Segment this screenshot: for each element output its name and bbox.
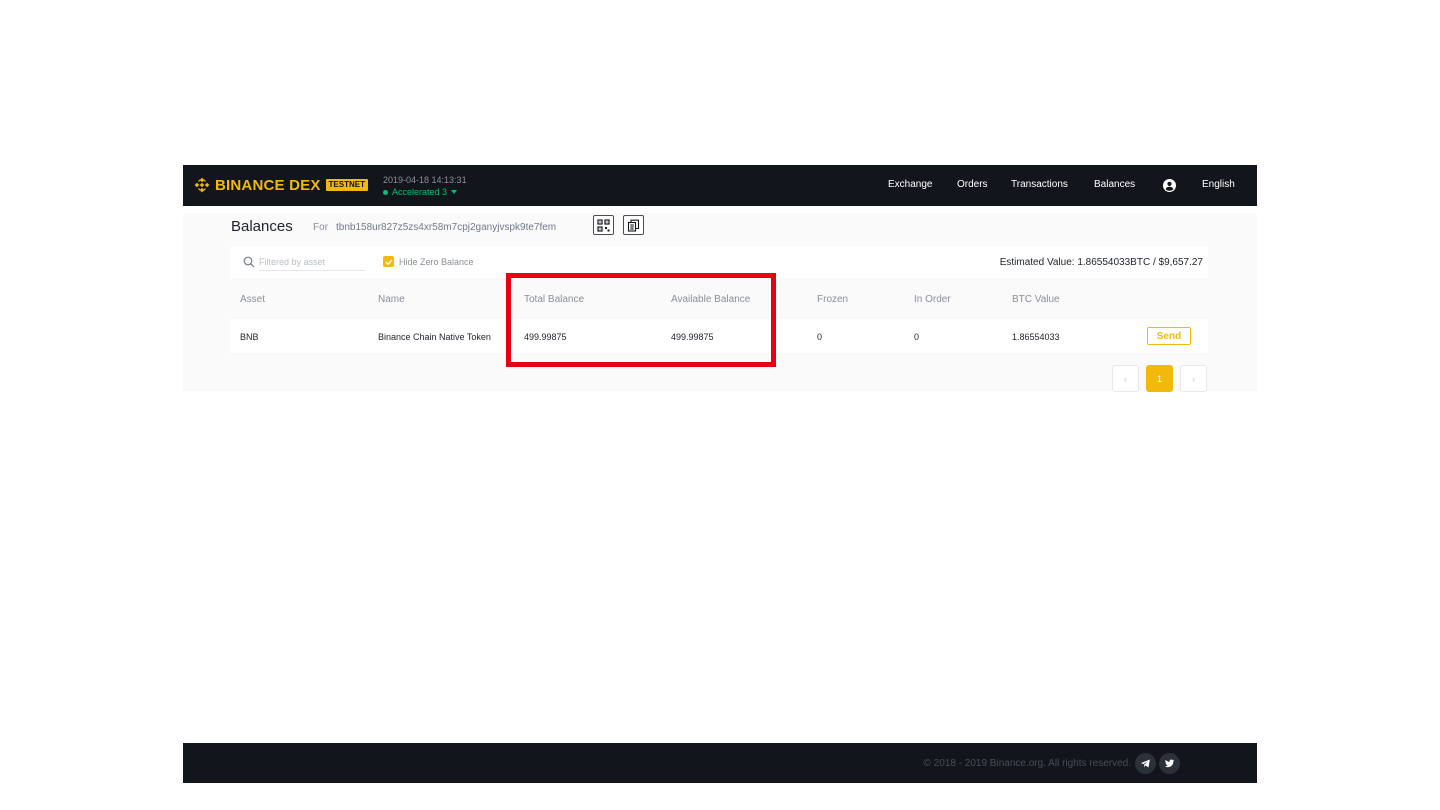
send-button[interactable]: Send bbox=[1147, 327, 1191, 345]
nav-link-exchange[interactable]: Exchange bbox=[888, 179, 932, 190]
pagination-next-button[interactable]: › bbox=[1180, 365, 1207, 392]
cell-asset: BNB bbox=[240, 332, 259, 342]
column-header-asset: Asset bbox=[240, 294, 266, 305]
address-for-label: For bbox=[313, 222, 328, 233]
qr-code-button[interactable] bbox=[593, 215, 614, 235]
hide-zero-balance-label: Hide Zero Balance bbox=[399, 257, 474, 267]
nav-link-orders[interactable]: Orders bbox=[957, 179, 988, 190]
cell-name: Binance Chain Native Token bbox=[378, 332, 491, 342]
app-frame: BINANCE DEX TESTNET 2019-04-18 14:13:31 … bbox=[183, 165, 1257, 783]
highlight-box bbox=[506, 273, 776, 367]
top-nav: BINANCE DEX TESTNET 2019-04-18 14:13:31 … bbox=[183, 165, 1257, 206]
column-header-name: Name bbox=[378, 294, 405, 305]
hide-zero-balance-checkbox[interactable] bbox=[383, 256, 394, 267]
column-header-frozen: Frozen bbox=[817, 294, 849, 305]
block-timestamp: 2019-04-18 14:13:31 bbox=[383, 175, 467, 185]
asset-filter-input[interactable] bbox=[259, 253, 365, 271]
pagination-page-button[interactable]: 1 bbox=[1146, 365, 1173, 392]
cell-btc-value: 1.86554033 bbox=[1012, 332, 1060, 342]
binance-logo-icon bbox=[194, 177, 210, 193]
checkmark-icon bbox=[385, 258, 393, 265]
copy-icon bbox=[627, 219, 640, 232]
node-status-dropdown[interactable]: Accelerated 3 bbox=[383, 187, 458, 197]
nav-link-balances[interactable]: Balances bbox=[1094, 179, 1135, 190]
qr-code-icon bbox=[597, 218, 610, 232]
user-account-icon[interactable] bbox=[1163, 179, 1176, 192]
telegram-icon bbox=[1140, 759, 1150, 768]
estimated-value: Estimated Value: 1.86554033BTC / $9,657.… bbox=[999, 257, 1203, 268]
footer: © 2018 - 2019 Binance.org. All rights re… bbox=[183, 743, 1257, 783]
copyright-text: © 2018 - 2019 Binance.org. All rights re… bbox=[923, 758, 1132, 769]
cell-in-order: 0 bbox=[914, 332, 920, 342]
language-selector[interactable]: English bbox=[1202, 179, 1235, 190]
cell-frozen: 0 bbox=[817, 332, 823, 342]
nav-link-transactions[interactable]: Transactions bbox=[1011, 179, 1068, 190]
status-dot-icon bbox=[383, 189, 388, 195]
node-status-label: Accelerated 3 bbox=[392, 187, 448, 197]
page-title: Balances bbox=[231, 218, 293, 235]
pagination-prev-button[interactable]: ‹ bbox=[1112, 365, 1139, 392]
telegram-link[interactable] bbox=[1135, 753, 1156, 774]
testnet-badge: TESTNET bbox=[325, 179, 368, 191]
wallet-address: tbnb158ur827z5zs4xr58m7cpj2ganyjvspk9te7… bbox=[336, 222, 557, 233]
column-header-in-order: In Order bbox=[914, 294, 951, 305]
brand-logo[interactable]: BINANCE DEX TESTNET bbox=[193, 175, 368, 195]
column-header-btc-value: BTC Value bbox=[1012, 294, 1060, 305]
twitter-icon bbox=[1164, 759, 1175, 768]
copy-address-button[interactable] bbox=[623, 215, 644, 235]
brand-name: BINANCE DEX bbox=[215, 176, 321, 194]
caret-down-icon bbox=[451, 190, 458, 194]
search-icon bbox=[243, 256, 255, 268]
twitter-link[interactable] bbox=[1159, 753, 1180, 774]
